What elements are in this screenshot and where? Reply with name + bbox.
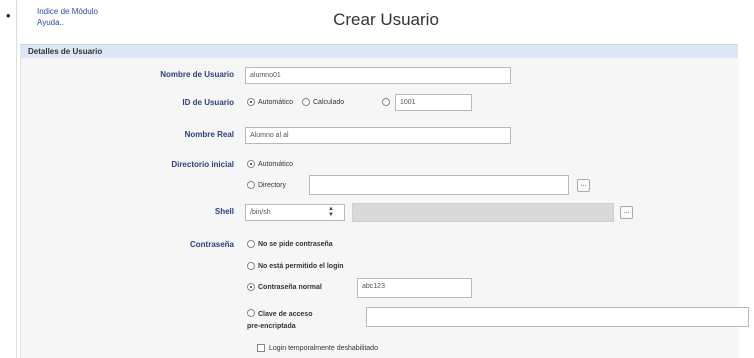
updown-arrows-icon: ▲ ▼	[328, 206, 334, 218]
password-normal-input[interactable]: abc123	[357, 278, 472, 298]
shell-custom-field	[352, 203, 614, 222]
username-input[interactable]: alumno01	[245, 67, 511, 84]
temp-disabled-checkbox[interactable]	[257, 344, 265, 352]
home-dir-custom-label: Directory	[258, 182, 287, 189]
password-normal-label: Contraseña normal	[258, 284, 322, 291]
password-preenc-input[interactable]	[366, 307, 749, 327]
home-dir-browse-button[interactable]: ...	[577, 179, 590, 192]
home-dir-auto-label: Automático	[258, 161, 294, 168]
password-preenc-radio[interactable]	[247, 309, 255, 317]
page-title: Crear Usuario	[333, 10, 439, 29]
user-id-calc-radio[interactable]	[302, 98, 310, 106]
user-id-auto-label: Automático	[258, 99, 294, 106]
password-nologin-label: No está permitido el login	[258, 263, 344, 270]
password-label: Contraseña	[189, 240, 234, 249]
home-dir-label: Directorio inicial	[171, 160, 234, 169]
home-dir-custom-radio[interactable]	[247, 181, 255, 189]
user-id-auto-radio[interactable]	[247, 98, 255, 106]
temp-disabled-label: Login temporalmente deshabilitado	[269, 345, 378, 352]
password-preenc-label-1: Clave de acceso	[258, 311, 313, 318]
real-name-label: Nombre Real	[184, 130, 234, 139]
section-header: Detalles de Usuario	[20, 44, 738, 58]
password-preenc-label-2: pre-encriptada	[247, 323, 296, 330]
list-bullet: •	[6, 8, 11, 23]
password-none-radio[interactable]	[247, 240, 255, 248]
password-none-label: No se pide contraseña	[258, 241, 333, 248]
shell-label: Shell	[214, 207, 234, 216]
real-name-input[interactable]: Alumno al al	[245, 127, 511, 144]
user-id-calc-label: Calculado	[313, 99, 345, 106]
shell-select-value: /bin/sh	[250, 209, 271, 216]
user-id-manual-radio[interactable]	[382, 98, 390, 106]
password-normal-radio[interactable]	[247, 283, 255, 291]
user-id-label: ID de Usuario	[182, 98, 234, 107]
home-dir-auto-radio[interactable]	[247, 160, 255, 168]
home-dir-input[interactable]	[309, 175, 569, 195]
shell-select[interactable]: /bin/sh ▲ ▼	[245, 204, 345, 221]
user-id-input[interactable]: 1001	[395, 94, 472, 111]
password-nologin-radio[interactable]	[247, 262, 255, 270]
username-label: Nombre de Usuario	[160, 70, 234, 79]
shell-browse-button[interactable]: ...	[620, 206, 633, 219]
